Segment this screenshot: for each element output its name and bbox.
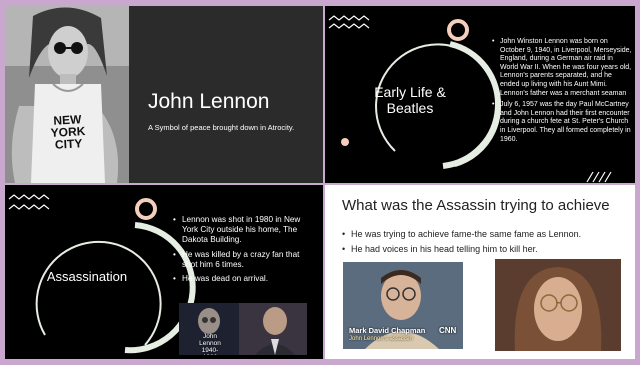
bullet-item: He was dead on arrival. [173, 274, 313, 284]
bullet-item: He was trying to achieve fame-the same f… [342, 228, 627, 240]
bullet-item: July 6, 1957 was the day Paul McCartney … [492, 101, 632, 144]
tv-caption-line: Lennon [199, 340, 221, 347]
bullet-list: Lennon was shot in 1980 in New York City… [173, 215, 313, 288]
lennon-portrait-image: NEW YORK CITY [5, 6, 129, 183]
slide-subtitle-text: A Symbol of peace brought down in Atroci… [148, 123, 295, 132]
slide-assassin[interactable]: What was the Assassin trying to achieve … [325, 185, 635, 359]
bullet-list: John Winston Lennon was born on October … [492, 38, 632, 147]
bullet-list: He was trying to achieve fame-the same f… [342, 228, 627, 258]
peach-ring-decoration [135, 198, 157, 220]
slide-early-life[interactable]: Early Life & Beatles John Winston Lennon… [325, 6, 635, 183]
bullet-item: He had voices in his head telling him to… [342, 243, 627, 255]
slide-title[interactable]: NEW YORK CITY John Lennon A Symbol of pe… [5, 6, 323, 183]
chapman-caption-sub: John Lennon's assassin [349, 336, 413, 342]
slide-assassination[interactable]: Assassination Lennon was shot in 1980 in… [5, 185, 323, 359]
shirt-text: NEW YORK CITY [50, 112, 86, 152]
news-still-image: John Lennon 1940-1980 [179, 303, 307, 355]
zigzag-decoration-top [328, 15, 370, 21]
slide-heading: Early Life & Beatles [374, 84, 446, 116]
peach-ring-decoration [447, 19, 469, 41]
zigzag-decoration-bottom [328, 23, 370, 29]
peach-dot-decoration [341, 138, 349, 146]
slash-decoration [586, 171, 612, 183]
bullet-item: He was killed by a crazy fan that shot h… [173, 250, 313, 270]
slide-title-text: What was the Assassin trying to achieve [342, 197, 610, 214]
lennon-closeup-image [495, 259, 621, 351]
tv-caption-years: 1940-1980 [201, 347, 219, 355]
cnn-logo: CNN [439, 326, 457, 335]
zigzag-decoration-bottom [8, 204, 50, 210]
bullet-item: Lennon was shot in 1980 in New York City… [173, 215, 313, 246]
slide-title-text: John Lennon [148, 90, 270, 113]
large-circle-outline [35, 240, 162, 346]
bullet-item: John Winston Lennon was born on October … [492, 38, 632, 98]
tv-caption-line: John [202, 333, 218, 340]
chapman-image: Mark David Chapman John Lennon's assassi… [343, 262, 463, 349]
slide-heading: Assassination [46, 269, 128, 284]
zigzag-decoration-top [8, 194, 50, 200]
chapman-caption: Mark David Chapman [349, 326, 426, 335]
